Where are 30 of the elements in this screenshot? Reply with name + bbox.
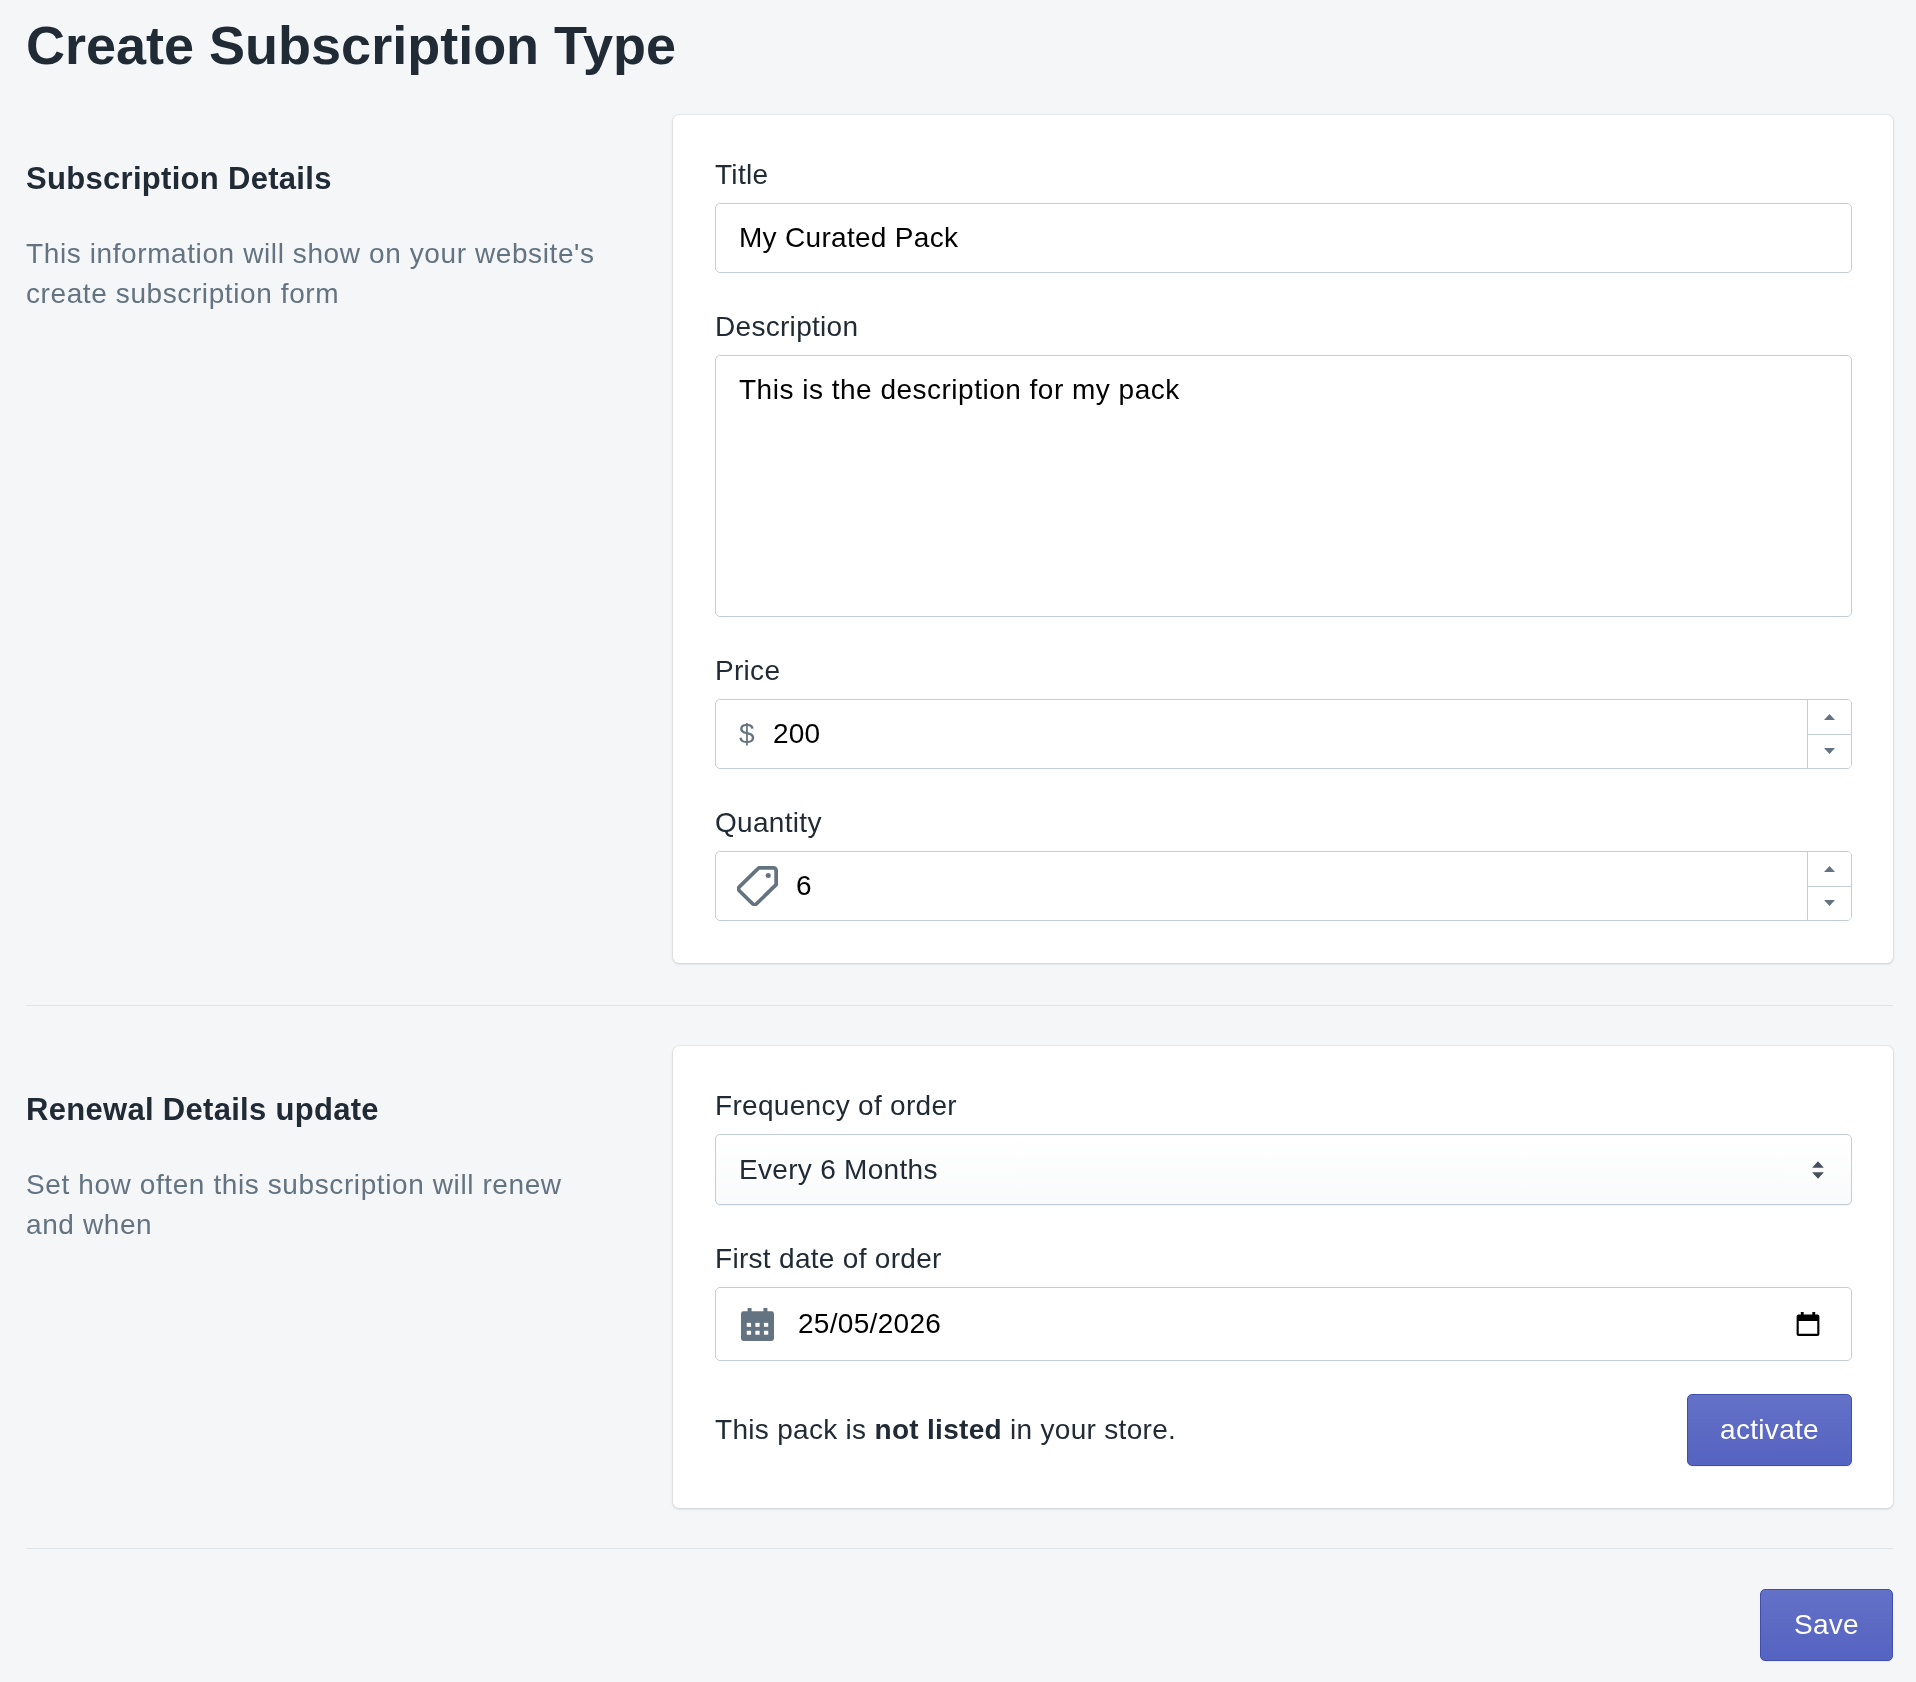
activate-button[interactable]: activate	[1687, 1394, 1852, 1466]
dropdown-select[interactable]: Every 6 Months	[715, 1134, 1852, 1205]
section-heading: Subscription Details	[26, 161, 332, 197]
decrement-button[interactable]	[1808, 885, 1851, 920]
field-label: Quantity	[715, 806, 822, 840]
price-field[interactable]: $ 200	[715, 699, 1852, 769]
quantity-field[interactable]: 6	[715, 851, 1852, 921]
caret-down-icon	[1824, 748, 1835, 755]
field-label: First date of order	[715, 1242, 942, 1276]
currency-symbol: $	[739, 720, 755, 748]
caret-up-icon	[1824, 713, 1835, 720]
save-button[interactable]: Save	[1759, 1589, 1893, 1661]
text-input[interactable]: My Curated Pack	[715, 203, 1852, 273]
section-description: This information will show on your website's create subscription form	[26, 237, 596, 311]
listing-status-text: This pack is not listed in your store.	[715, 1413, 1177, 1447]
section-description: Set how often this subscription will renew and when	[26, 1168, 563, 1242]
caret-up-icon	[1824, 865, 1835, 872]
field-label: Frequency of order	[715, 1089, 957, 1123]
field-label: Title	[715, 158, 769, 192]
date-field[interactable]: 25/05/2026	[715, 1287, 1852, 1361]
calendar-icon[interactable]	[1796, 1312, 1820, 1336]
caret-down-icon	[1824, 900, 1835, 907]
field-label: Description	[715, 310, 859, 344]
tag-icon	[737, 866, 778, 906]
page-title: Create Subscription Type	[26, 14, 677, 76]
field-label: Price	[715, 654, 781, 688]
calendar-icon	[741, 1307, 774, 1341]
section-heading: Renewal Details update	[26, 1092, 379, 1128]
text-area[interactable]: This is the description for my pack	[715, 355, 1852, 617]
decrement-button[interactable]	[1808, 733, 1851, 768]
